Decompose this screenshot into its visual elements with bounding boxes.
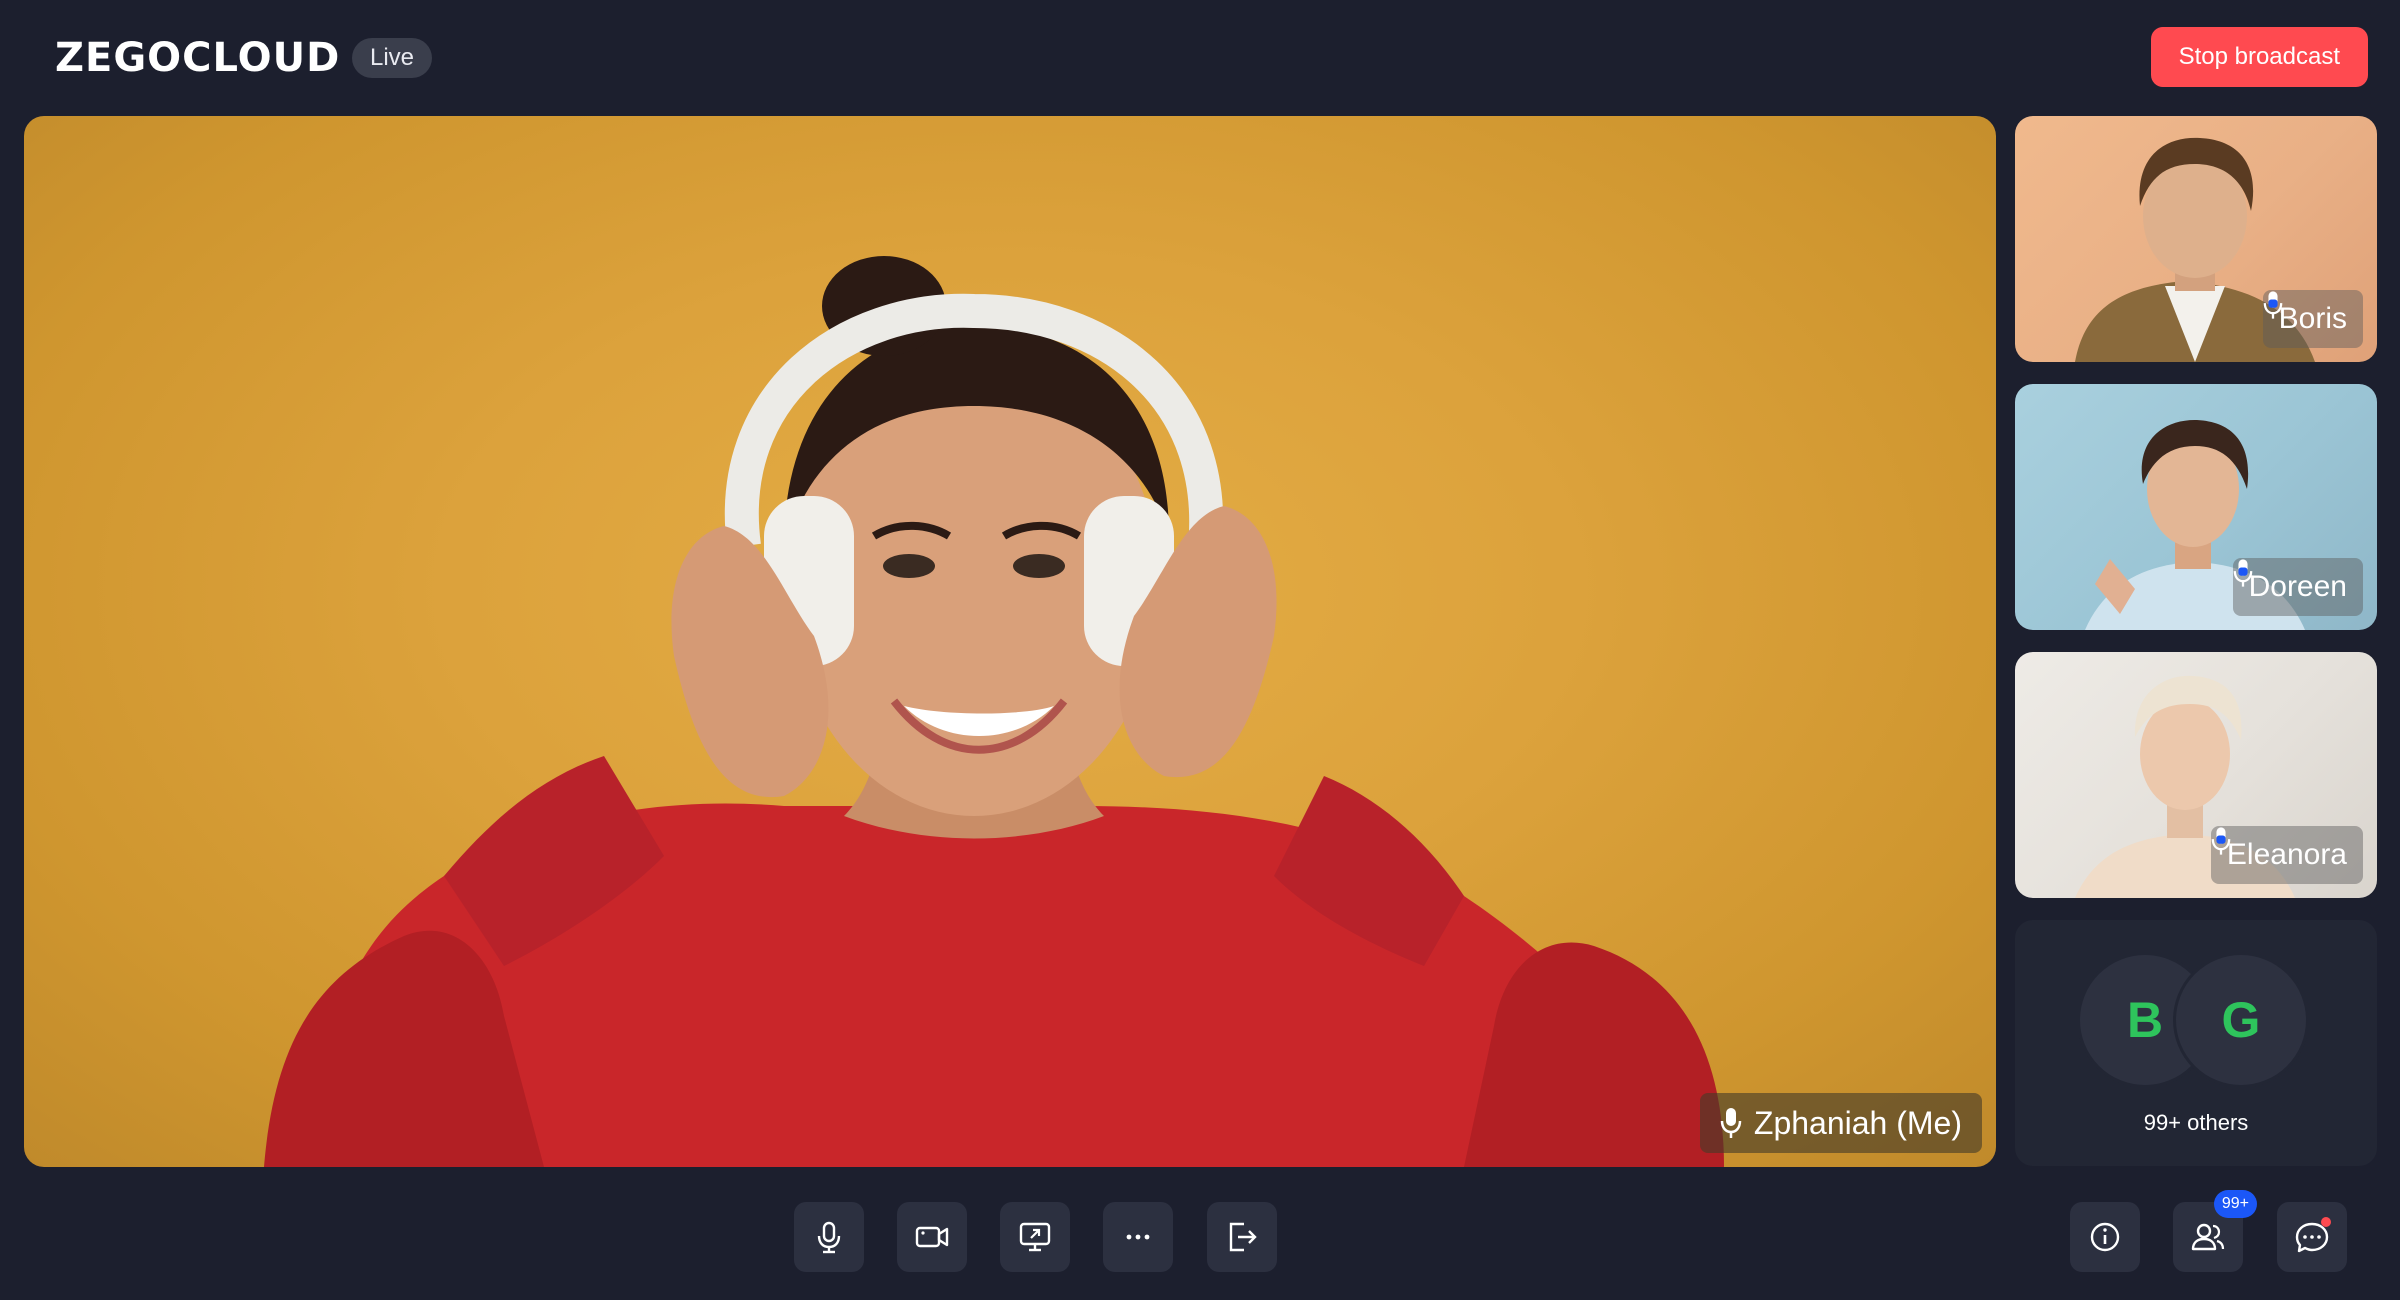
bottom-toolbar: 99+ bbox=[0, 1170, 2400, 1300]
participant-name-tag: Doreen bbox=[2232, 558, 2363, 616]
participant-name: Boris bbox=[2278, 302, 2347, 335]
info-icon bbox=[2090, 1222, 2120, 1252]
participant-tile-eleanora[interactable]: Eleanora bbox=[2015, 652, 2377, 898]
participants-button[interactable]: 99+ bbox=[2173, 1190, 2257, 1272]
people-icon bbox=[2191, 1223, 2225, 1251]
screen-share-button[interactable] bbox=[1000, 1202, 1070, 1272]
microphone-icon bbox=[2233, 559, 2252, 587]
zegocloud-logo: ZEGOCLOUD bbox=[55, 35, 341, 81]
microphone-icon bbox=[2211, 827, 2231, 855]
microphone-icon bbox=[1720, 1108, 1742, 1138]
top-bar: ZEGOCLOUD Live Stop broadcast bbox=[0, 0, 2400, 112]
main-participant-name: Zphaniah (Me) bbox=[1753, 1104, 1962, 1141]
screen-share-icon bbox=[1019, 1222, 1051, 1252]
participant-name-tag: Eleanora bbox=[2210, 826, 2363, 884]
others-count-label: 99+ others bbox=[2143, 1110, 2249, 1135]
main-participant-name-tag: Zphaniah (Me) bbox=[1699, 1093, 1982, 1153]
more-options-button[interactable] bbox=[1103, 1202, 1173, 1272]
stop-broadcast-button[interactable]: Stop broadcast bbox=[2150, 27, 2368, 87]
camera-button[interactable] bbox=[897, 1202, 967, 1272]
participant-name: Eleanora bbox=[2226, 838, 2347, 871]
leave-button[interactable] bbox=[1207, 1202, 1277, 1272]
microphone-button[interactable] bbox=[794, 1202, 864, 1272]
video-camera-icon bbox=[915, 1226, 949, 1248]
room-info-button[interactable] bbox=[2070, 1202, 2140, 1272]
participant-tile-boris[interactable]: Boris bbox=[2015, 116, 2377, 362]
unread-dot bbox=[2321, 1217, 2331, 1227]
microphone-icon bbox=[2263, 291, 2282, 319]
participant-tile-doreen[interactable]: Doreen bbox=[2015, 384, 2377, 630]
others-tile[interactable]: B G 99+ others bbox=[2015, 920, 2377, 1166]
main-participant-video bbox=[264, 256, 1724, 1167]
avatar: G bbox=[2173, 952, 2309, 1088]
leave-exit-icon bbox=[1229, 1222, 1257, 1252]
microphone-icon bbox=[817, 1221, 841, 1254]
chat-button[interactable] bbox=[2277, 1202, 2347, 1272]
live-badge: Live bbox=[352, 38, 433, 78]
participants-count-badge: 99+ bbox=[2213, 1190, 2257, 1218]
participant-name: Doreen bbox=[2248, 570, 2347, 603]
more-dots-icon bbox=[1126, 1234, 1150, 1240]
participant-name-tag: Boris bbox=[2262, 290, 2363, 348]
main-video-tile[interactable]: Zphaniah (Me) bbox=[24, 116, 1996, 1167]
